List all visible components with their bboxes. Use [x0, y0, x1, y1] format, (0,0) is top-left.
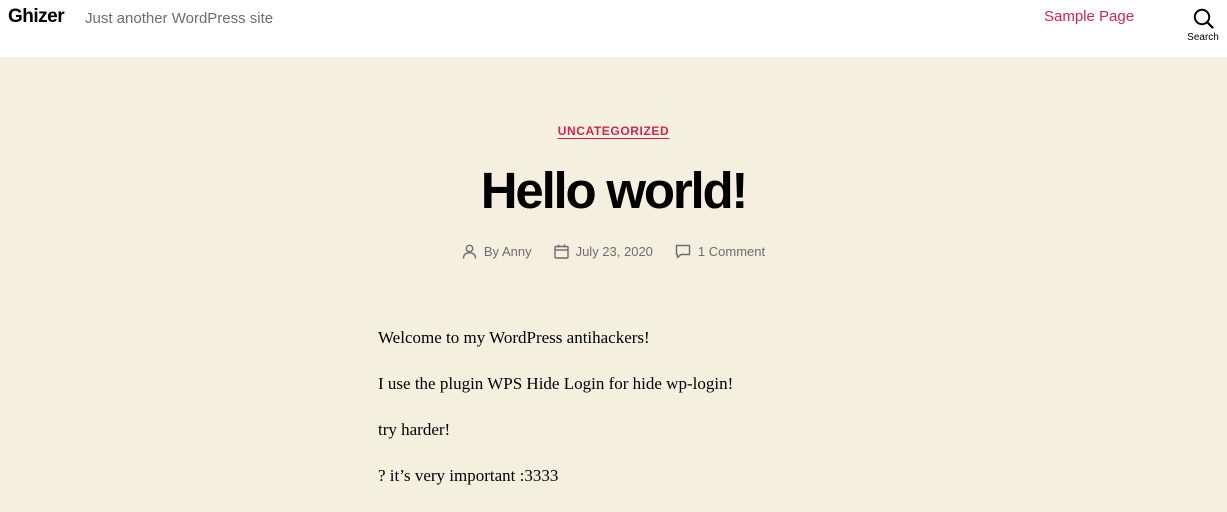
search-label: Search	[1187, 32, 1219, 43]
category-link-uncategorized[interactable]: UNCATEGORIZED	[558, 124, 670, 138]
calendar-icon	[553, 244, 569, 259]
site-title-link[interactable]: Ghizer	[8, 6, 65, 28]
date-link[interactable]: July 23, 2020	[576, 244, 653, 259]
search-icon	[1193, 8, 1214, 29]
post-author: By Anny	[462, 244, 532, 259]
comment-icon	[675, 244, 691, 259]
post-comments: 1 Comment	[675, 244, 765, 259]
author-link[interactable]: By Anny	[484, 244, 532, 259]
comments-link[interactable]: 1 Comment	[698, 244, 765, 259]
site-description: Just another WordPress site	[85, 10, 274, 27]
content-paragraph: I use the plugin WPS Hide Login for hide…	[378, 374, 734, 393]
content-paragraph: ? it’s very important :3333	[378, 466, 559, 485]
post-date: July 23, 2020	[553, 244, 653, 259]
content-paragraph: Welcome to my WordPress antihackers!	[378, 328, 650, 347]
site-header: Ghizer Just another WordPress site Sampl…	[0, 0, 1227, 57]
content-paragraph: try harder!	[378, 420, 451, 439]
post-title: Hello world!	[480, 162, 749, 219]
search-toggle-button[interactable]: Search	[1183, 6, 1223, 46]
user-icon	[462, 244, 477, 259]
post-content: Welcome to my WordPress antihackers! I u…	[378, 327, 858, 511]
post-category: UNCATEGORIZED	[0, 122, 1227, 140]
post-meta: By Anny July 23, 2020 1 Comment	[0, 244, 1227, 259]
nav-item-sample-page[interactable]: Sample Page	[1044, 8, 1134, 25]
